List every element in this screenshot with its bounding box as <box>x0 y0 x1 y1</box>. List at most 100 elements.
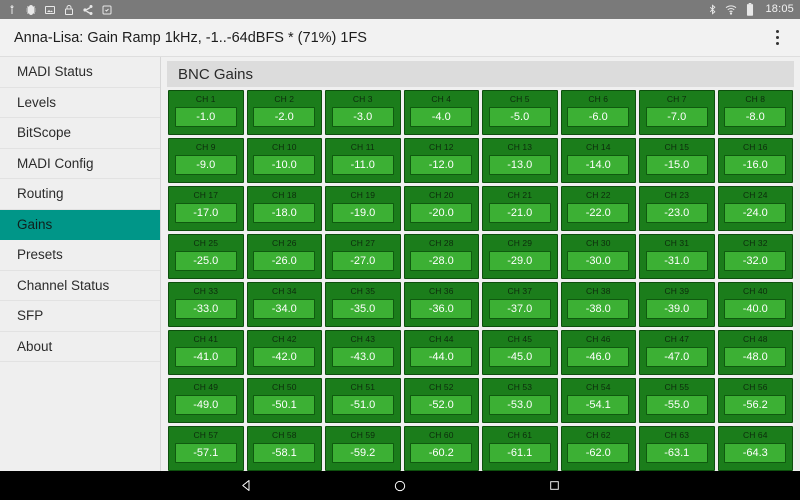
gain-value-field[interactable]: -59.2 <box>331 443 394 463</box>
gain-cell[interactable]: CH 28 -28.0 <box>403 234 479 279</box>
sidebar-item-madi-config[interactable]: MADI Config <box>0 148 160 179</box>
gain-value-field[interactable]: -58.1 <box>253 443 316 463</box>
gain-cell[interactable]: CH 34 -34.0 <box>246 282 322 327</box>
sidebar-item-channel-status[interactable]: Channel Status <box>0 270 160 301</box>
gain-cell[interactable]: CH 62 -62.0 <box>560 426 636 471</box>
gain-cell[interactable]: CH 20 -20.0 <box>403 186 479 231</box>
gain-value-field[interactable]: -17.0 <box>174 203 237 223</box>
gain-cell[interactable]: CH 16 -16.0 <box>717 138 793 183</box>
gain-cell[interactable]: CH 12 -12.0 <box>403 138 479 183</box>
gain-value-field[interactable]: -7.0 <box>645 107 708 127</box>
gain-value-field[interactable]: -14.0 <box>567 155 630 175</box>
sidebar-item-sfp[interactable]: SFP <box>0 301 160 332</box>
gain-cell[interactable]: CH 30 -30.0 <box>560 234 636 279</box>
gain-value-field[interactable]: -38.0 <box>567 299 630 319</box>
gain-cell[interactable]: CH 1 -1.0 <box>168 90 244 135</box>
gain-cell[interactable]: CH 9 -9.0 <box>168 138 244 183</box>
gain-value-field[interactable]: -21.0 <box>488 203 551 223</box>
gain-value-field[interactable]: -36.0 <box>410 299 473 319</box>
sidebar-item-about[interactable]: About <box>0 331 160 362</box>
gain-cell[interactable]: CH 3 -3.0 <box>325 90 401 135</box>
gain-value-field[interactable]: -62.0 <box>567 443 630 463</box>
gain-cell[interactable]: CH 55 -55.0 <box>639 378 715 423</box>
gain-value-field[interactable]: -37.0 <box>488 299 551 319</box>
gain-cell[interactable]: CH 37 -37.0 <box>482 282 558 327</box>
gain-cell[interactable]: CH 27 -27.0 <box>325 234 401 279</box>
gain-cell[interactable]: CH 57 -57.1 <box>168 426 244 471</box>
gain-cell[interactable]: CH 51 -51.0 <box>325 378 401 423</box>
gain-value-field[interactable]: -30.0 <box>567 251 630 271</box>
gain-value-field[interactable]: -54.1 <box>567 395 630 415</box>
gain-cell[interactable]: CH 44 -44.0 <box>403 330 479 375</box>
gain-cell[interactable]: CH 22 -22.0 <box>560 186 636 231</box>
gain-value-field[interactable]: -19.0 <box>331 203 394 223</box>
gain-cell[interactable]: CH 25 -25.0 <box>168 234 244 279</box>
gain-value-field[interactable]: -50.1 <box>253 395 316 415</box>
gain-value-field[interactable]: -6.0 <box>567 107 630 127</box>
more-vert-icon[interactable] <box>764 23 790 53</box>
sidebar-item-levels[interactable]: Levels <box>0 87 160 118</box>
gain-cell[interactable]: CH 8 -8.0 <box>717 90 793 135</box>
gain-value-field[interactable]: -27.0 <box>331 251 394 271</box>
gain-value-field[interactable]: -28.0 <box>410 251 473 271</box>
gain-cell[interactable]: CH 53 -53.0 <box>482 378 558 423</box>
gain-cell[interactable]: CH 33 -33.0 <box>168 282 244 327</box>
gain-cell[interactable]: CH 38 -38.0 <box>560 282 636 327</box>
gain-cell[interactable]: CH 7 -7.0 <box>639 90 715 135</box>
gain-cell[interactable]: CH 43 -43.0 <box>325 330 401 375</box>
gain-value-field[interactable]: -1.0 <box>174 107 237 127</box>
sidebar-item-bitscope[interactable]: BitScope <box>0 118 160 149</box>
gain-cell[interactable]: CH 56 -56.2 <box>717 378 793 423</box>
gain-value-field[interactable]: -10.0 <box>253 155 316 175</box>
gain-cell[interactable]: CH 23 -23.0 <box>639 186 715 231</box>
gain-value-field[interactable]: -18.0 <box>253 203 316 223</box>
gain-cell[interactable]: CH 45 -45.0 <box>482 330 558 375</box>
gain-value-field[interactable]: -45.0 <box>488 347 551 367</box>
gain-cell[interactable]: CH 41 -41.0 <box>168 330 244 375</box>
gain-value-field[interactable]: -29.0 <box>488 251 551 271</box>
back-icon[interactable] <box>235 475 257 497</box>
gain-cell[interactable]: CH 35 -35.0 <box>325 282 401 327</box>
gain-cell[interactable]: CH 21 -21.0 <box>482 186 558 231</box>
gain-cell[interactable]: CH 11 -11.0 <box>325 138 401 183</box>
gain-cell[interactable]: CH 32 -32.0 <box>717 234 793 279</box>
gain-value-field[interactable]: -20.0 <box>410 203 473 223</box>
gain-value-field[interactable]: -51.0 <box>331 395 394 415</box>
gain-cell[interactable]: CH 60 -60.2 <box>403 426 479 471</box>
gain-cell[interactable]: CH 61 -61.1 <box>482 426 558 471</box>
gain-value-field[interactable]: -3.0 <box>331 107 394 127</box>
gain-value-field[interactable]: -13.0 <box>488 155 551 175</box>
gain-value-field[interactable]: -5.0 <box>488 107 551 127</box>
gain-value-field[interactable]: -57.1 <box>174 443 237 463</box>
gain-cell[interactable]: CH 40 -40.0 <box>717 282 793 327</box>
gain-cell[interactable]: CH 36 -36.0 <box>403 282 479 327</box>
gain-cell[interactable]: CH 2 -2.0 <box>246 90 322 135</box>
gain-cell[interactable]: CH 13 -13.0 <box>482 138 558 183</box>
gain-cell[interactable]: CH 64 -64.3 <box>717 426 793 471</box>
gain-cell[interactable]: CH 42 -42.0 <box>246 330 322 375</box>
gain-cell[interactable]: CH 19 -19.0 <box>325 186 401 231</box>
sidebar-item-presets[interactable]: Presets <box>0 240 160 271</box>
gain-value-field[interactable]: -52.0 <box>410 395 473 415</box>
gain-value-field[interactable]: -63.1 <box>645 443 708 463</box>
gain-cell[interactable]: CH 17 -17.0 <box>168 186 244 231</box>
gain-cell[interactable]: CH 6 -6.0 <box>560 90 636 135</box>
gain-value-field[interactable]: -56.2 <box>724 395 787 415</box>
gain-value-field[interactable]: -49.0 <box>174 395 237 415</box>
gain-value-field[interactable]: -26.0 <box>253 251 316 271</box>
gain-value-field[interactable]: -34.0 <box>253 299 316 319</box>
gain-value-field[interactable]: -35.0 <box>331 299 394 319</box>
sidebar-navigation[interactable]: MADI Status Levels BitScope MADI Config Rout… <box>0 57 161 471</box>
gain-cell[interactable]: CH 47 -47.0 <box>639 330 715 375</box>
gain-value-field[interactable]: -16.0 <box>724 155 787 175</box>
gain-value-field[interactable]: -60.2 <box>410 443 473 463</box>
gain-value-field[interactable]: -24.0 <box>724 203 787 223</box>
gain-cell[interactable]: CH 54 -54.1 <box>560 378 636 423</box>
gain-value-field[interactable]: -40.0 <box>724 299 787 319</box>
gain-cell[interactable]: CH 58 -58.1 <box>246 426 322 471</box>
gain-cell[interactable]: CH 31 -31.0 <box>639 234 715 279</box>
gain-value-field[interactable]: -42.0 <box>253 347 316 367</box>
gain-value-field[interactable]: -53.0 <box>488 395 551 415</box>
gain-cell[interactable]: CH 46 -46.0 <box>560 330 636 375</box>
gain-value-field[interactable]: -22.0 <box>567 203 630 223</box>
